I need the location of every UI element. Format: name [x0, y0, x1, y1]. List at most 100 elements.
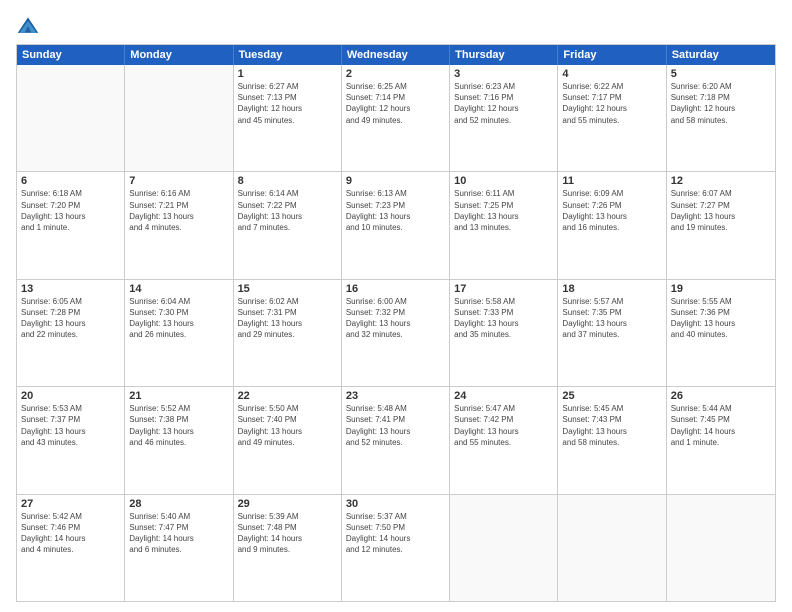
cal-cell: 23Sunrise: 5:48 AM Sunset: 7:41 PM Dayli…: [342, 387, 450, 493]
calendar-header: SundayMondayTuesdayWednesdayThursdayFrid…: [17, 45, 775, 65]
day-number: 2: [346, 68, 445, 80]
header-cell-monday: Monday: [125, 45, 233, 65]
cal-cell: 4Sunrise: 6:22 AM Sunset: 7:17 PM Daylig…: [558, 65, 666, 171]
cell-info: Sunrise: 6:14 AM Sunset: 7:22 PM Dayligh…: [238, 188, 337, 233]
day-number: 16: [346, 283, 445, 295]
cell-info: Sunrise: 5:37 AM Sunset: 7:50 PM Dayligh…: [346, 511, 445, 556]
cal-cell: 2Sunrise: 6:25 AM Sunset: 7:14 PM Daylig…: [342, 65, 450, 171]
cell-info: Sunrise: 6:04 AM Sunset: 7:30 PM Dayligh…: [129, 296, 228, 341]
cell-info: Sunrise: 5:52 AM Sunset: 7:38 PM Dayligh…: [129, 403, 228, 448]
day-number: 24: [454, 390, 553, 402]
cal-cell: 20Sunrise: 5:53 AM Sunset: 7:37 PM Dayli…: [17, 387, 125, 493]
cell-info: Sunrise: 5:39 AM Sunset: 7:48 PM Dayligh…: [238, 511, 337, 556]
header-cell-saturday: Saturday: [667, 45, 775, 65]
cal-cell: 11Sunrise: 6:09 AM Sunset: 7:26 PM Dayli…: [558, 172, 666, 278]
day-number: 10: [454, 175, 553, 187]
cal-cell: 29Sunrise: 5:39 AM Sunset: 7:48 PM Dayli…: [234, 495, 342, 601]
day-number: 6: [21, 175, 120, 187]
cal-cell: [667, 495, 775, 601]
cal-cell: 24Sunrise: 5:47 AM Sunset: 7:42 PM Dayli…: [450, 387, 558, 493]
cal-cell: 8Sunrise: 6:14 AM Sunset: 7:22 PM Daylig…: [234, 172, 342, 278]
cell-info: Sunrise: 5:58 AM Sunset: 7:33 PM Dayligh…: [454, 296, 553, 341]
cell-info: Sunrise: 6:09 AM Sunset: 7:26 PM Dayligh…: [562, 188, 661, 233]
day-number: 21: [129, 390, 228, 402]
cal-row-4: 27Sunrise: 5:42 AM Sunset: 7:46 PM Dayli…: [17, 494, 775, 601]
cell-info: Sunrise: 6:05 AM Sunset: 7:28 PM Dayligh…: [21, 296, 120, 341]
cal-cell: 10Sunrise: 6:11 AM Sunset: 7:25 PM Dayli…: [450, 172, 558, 278]
cell-info: Sunrise: 5:48 AM Sunset: 7:41 PM Dayligh…: [346, 403, 445, 448]
cal-cell: 1Sunrise: 6:27 AM Sunset: 7:13 PM Daylig…: [234, 65, 342, 171]
cal-row-1: 6Sunrise: 6:18 AM Sunset: 7:20 PM Daylig…: [17, 171, 775, 278]
day-number: 15: [238, 283, 337, 295]
day-number: 28: [129, 498, 228, 510]
header-cell-friday: Friday: [558, 45, 666, 65]
cell-info: Sunrise: 5:44 AM Sunset: 7:45 PM Dayligh…: [671, 403, 771, 448]
cell-info: Sunrise: 5:47 AM Sunset: 7:42 PM Dayligh…: [454, 403, 553, 448]
page: SundayMondayTuesdayWednesdayThursdayFrid…: [0, 0, 792, 612]
cal-cell: 18Sunrise: 5:57 AM Sunset: 7:35 PM Dayli…: [558, 280, 666, 386]
day-number: 14: [129, 283, 228, 295]
header-cell-thursday: Thursday: [450, 45, 558, 65]
cal-row-0: 1Sunrise: 6:27 AM Sunset: 7:13 PM Daylig…: [17, 65, 775, 171]
day-number: 30: [346, 498, 445, 510]
cal-cell: 16Sunrise: 6:00 AM Sunset: 7:32 PM Dayli…: [342, 280, 450, 386]
cal-cell: 26Sunrise: 5:44 AM Sunset: 7:45 PM Dayli…: [667, 387, 775, 493]
day-number: 29: [238, 498, 337, 510]
day-number: 12: [671, 175, 771, 187]
cal-cell: 3Sunrise: 6:23 AM Sunset: 7:16 PM Daylig…: [450, 65, 558, 171]
cell-info: Sunrise: 6:16 AM Sunset: 7:21 PM Dayligh…: [129, 188, 228, 233]
cal-cell: 13Sunrise: 6:05 AM Sunset: 7:28 PM Dayli…: [17, 280, 125, 386]
cell-info: Sunrise: 6:23 AM Sunset: 7:16 PM Dayligh…: [454, 81, 553, 126]
cal-cell: [450, 495, 558, 601]
cal-cell: 19Sunrise: 5:55 AM Sunset: 7:36 PM Dayli…: [667, 280, 775, 386]
day-number: 1: [238, 68, 337, 80]
cell-info: Sunrise: 5:50 AM Sunset: 7:40 PM Dayligh…: [238, 403, 337, 448]
day-number: 22: [238, 390, 337, 402]
day-number: 4: [562, 68, 661, 80]
calendar-body: 1Sunrise: 6:27 AM Sunset: 7:13 PM Daylig…: [17, 65, 775, 601]
cell-info: Sunrise: 6:13 AM Sunset: 7:23 PM Dayligh…: [346, 188, 445, 233]
header-cell-tuesday: Tuesday: [234, 45, 342, 65]
cal-row-2: 13Sunrise: 6:05 AM Sunset: 7:28 PM Dayli…: [17, 279, 775, 386]
day-number: 11: [562, 175, 661, 187]
day-number: 23: [346, 390, 445, 402]
day-number: 9: [346, 175, 445, 187]
header-cell-sunday: Sunday: [17, 45, 125, 65]
cell-info: Sunrise: 6:27 AM Sunset: 7:13 PM Dayligh…: [238, 81, 337, 126]
cal-cell: 12Sunrise: 6:07 AM Sunset: 7:27 PM Dayli…: [667, 172, 775, 278]
day-number: 8: [238, 175, 337, 187]
day-number: 7: [129, 175, 228, 187]
day-number: 13: [21, 283, 120, 295]
logo-icon: [16, 14, 40, 38]
cal-cell: 22Sunrise: 5:50 AM Sunset: 7:40 PM Dayli…: [234, 387, 342, 493]
day-number: 19: [671, 283, 771, 295]
cell-info: Sunrise: 5:40 AM Sunset: 7:47 PM Dayligh…: [129, 511, 228, 556]
cell-info: Sunrise: 6:25 AM Sunset: 7:14 PM Dayligh…: [346, 81, 445, 126]
cell-info: Sunrise: 6:11 AM Sunset: 7:25 PM Dayligh…: [454, 188, 553, 233]
cal-cell: 14Sunrise: 6:04 AM Sunset: 7:30 PM Dayli…: [125, 280, 233, 386]
day-number: 18: [562, 283, 661, 295]
cal-cell: 25Sunrise: 5:45 AM Sunset: 7:43 PM Dayli…: [558, 387, 666, 493]
cell-info: Sunrise: 6:22 AM Sunset: 7:17 PM Dayligh…: [562, 81, 661, 126]
cal-cell: 7Sunrise: 6:16 AM Sunset: 7:21 PM Daylig…: [125, 172, 233, 278]
cal-cell: 6Sunrise: 6:18 AM Sunset: 7:20 PM Daylig…: [17, 172, 125, 278]
cell-info: Sunrise: 6:20 AM Sunset: 7:18 PM Dayligh…: [671, 81, 771, 126]
top-area: [16, 14, 776, 38]
cal-cell: [17, 65, 125, 171]
calendar: SundayMondayTuesdayWednesdayThursdayFrid…: [16, 44, 776, 602]
cal-cell: [558, 495, 666, 601]
day-number: 26: [671, 390, 771, 402]
header-cell-wednesday: Wednesday: [342, 45, 450, 65]
day-number: 5: [671, 68, 771, 80]
day-number: 3: [454, 68, 553, 80]
day-number: 20: [21, 390, 120, 402]
day-number: 27: [21, 498, 120, 510]
cal-cell: 17Sunrise: 5:58 AM Sunset: 7:33 PM Dayli…: [450, 280, 558, 386]
cell-info: Sunrise: 5:57 AM Sunset: 7:35 PM Dayligh…: [562, 296, 661, 341]
cal-cell: 30Sunrise: 5:37 AM Sunset: 7:50 PM Dayli…: [342, 495, 450, 601]
day-number: 17: [454, 283, 553, 295]
cal-cell: 9Sunrise: 6:13 AM Sunset: 7:23 PM Daylig…: [342, 172, 450, 278]
cal-cell: 5Sunrise: 6:20 AM Sunset: 7:18 PM Daylig…: [667, 65, 775, 171]
cell-info: Sunrise: 6:18 AM Sunset: 7:20 PM Dayligh…: [21, 188, 120, 233]
cell-info: Sunrise: 6:07 AM Sunset: 7:27 PM Dayligh…: [671, 188, 771, 233]
